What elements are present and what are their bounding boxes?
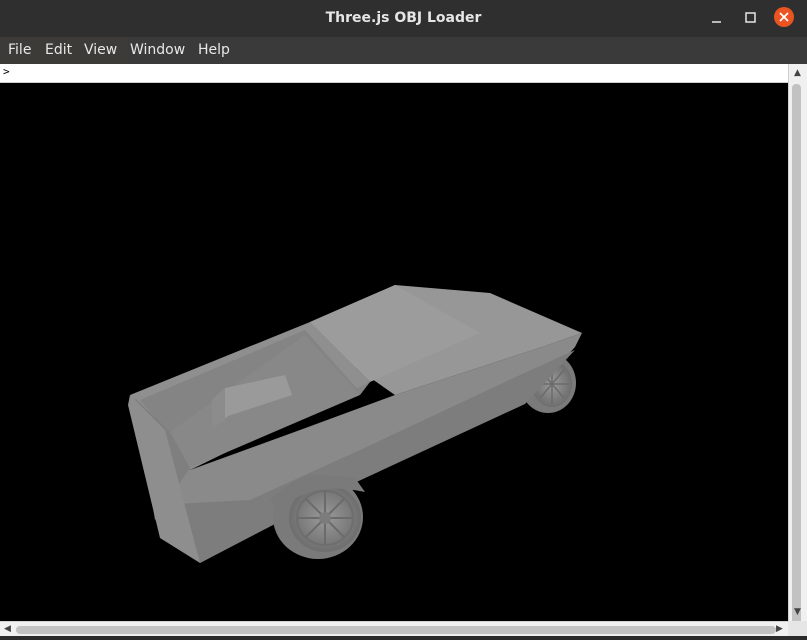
horizontal-scroll-thumb[interactable] — [16, 626, 776, 634]
vertical-scroll-thumb[interactable] — [792, 84, 801, 639]
maximize-button[interactable] — [740, 8, 762, 28]
menu-edit[interactable]: Edit — [42, 37, 75, 64]
3d-viewport[interactable] — [0, 83, 788, 621]
console-prompt: > — [3, 65, 10, 78]
car-model — [128, 285, 582, 563]
menu-bar: File Edit View Window Help — [0, 37, 807, 64]
minimize-button[interactable] — [706, 8, 728, 28]
app-window: Three.js OBJ Loader File Edit View Windo… — [0, 0, 807, 640]
scroll-down-icon[interactable]: ▼ — [794, 607, 801, 617]
console-input[interactable]: > — [0, 64, 788, 83]
close-icon — [779, 12, 789, 22]
horizontal-scrollbar[interactable]: ◀ ▶ — [0, 621, 788, 637]
vertical-scrollbar[interactable]: ▲ ▼ — [788, 64, 807, 639]
close-button[interactable] — [774, 7, 794, 27]
scroll-right-icon[interactable]: ▶ — [776, 624, 783, 634]
maximize-icon — [745, 12, 756, 23]
background-window-edge — [0, 636, 807, 640]
scroll-up-icon[interactable]: ▲ — [794, 68, 801, 78]
menu-file[interactable]: File — [5, 37, 34, 64]
scroll-left-icon[interactable]: ◀ — [4, 624, 11, 634]
menu-help[interactable]: Help — [195, 37, 233, 64]
title-bar[interactable]: Three.js OBJ Loader — [0, 0, 807, 37]
minimize-icon — [712, 21, 721, 23]
menu-view[interactable]: View — [81, 37, 120, 64]
window-title: Three.js OBJ Loader — [325, 10, 482, 26]
